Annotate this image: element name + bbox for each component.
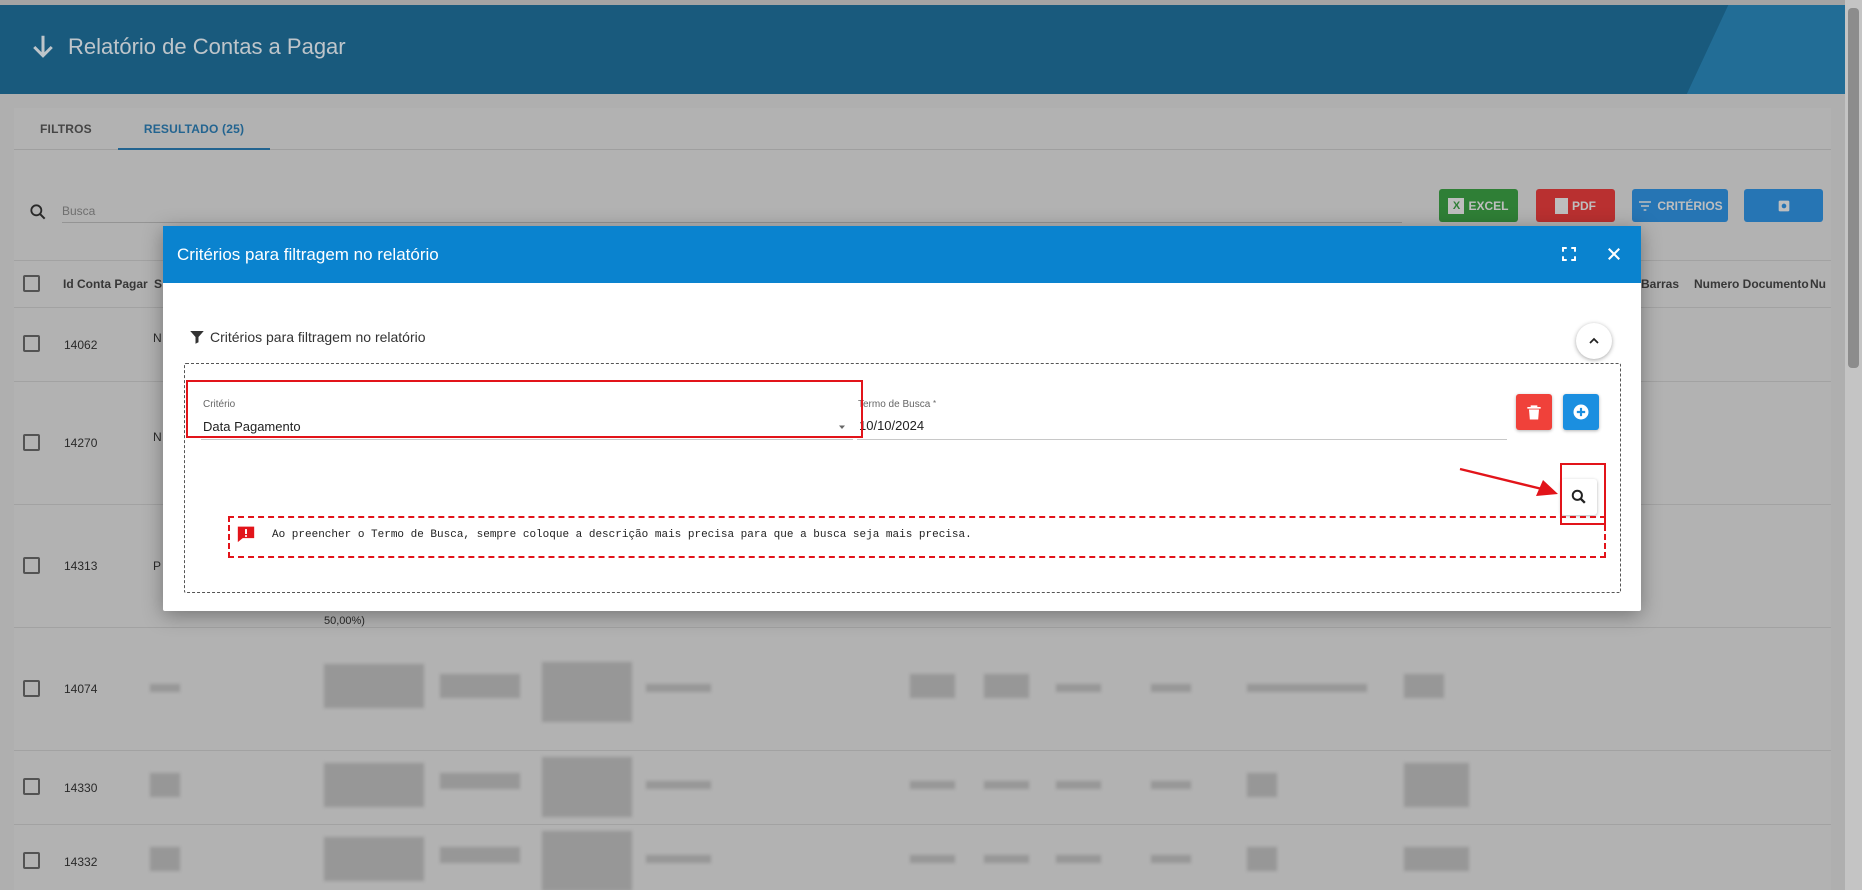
close-icon: [1608, 248, 1620, 260]
page-scrollbar[interactable]: [1845, 0, 1862, 890]
feedback-icon: [237, 526, 255, 543]
section-title: Critérios para filtragem no relatório: [188, 328, 426, 346]
trash-icon: [1527, 405, 1541, 420]
chevron-up-icon: [1589, 337, 1599, 344]
annotation-arrow: [1459, 467, 1558, 496]
termo-label: Termo de Busca *: [858, 399, 936, 410]
collapse-button[interactable]: [1576, 323, 1612, 359]
modal-header: Critérios para filtragem no relatório: [163, 226, 1641, 283]
fullscreen-button[interactable]: [1557, 242, 1581, 266]
criteria-modal: Critérios para filtragem no relatório Cr…: [163, 226, 1641, 611]
section-title-text: Critérios para filtragem no relatório: [210, 329, 426, 345]
termo-underline: [857, 439, 1507, 440]
notice-text: Ao preencher o Termo de Busca, sempre co…: [272, 529, 972, 541]
termo-input[interactable]: 10/10/2024: [859, 418, 924, 433]
fields-highlight-box: [186, 380, 863, 438]
required-mark: *: [933, 399, 937, 408]
scrollbar-thumb[interactable]: [1848, 8, 1859, 368]
criterio-underline: [201, 439, 853, 440]
close-button[interactable]: [1602, 242, 1626, 266]
modal-title: Critérios para filtragem no relatório: [177, 244, 439, 264]
delete-criterion-button[interactable]: [1516, 394, 1552, 430]
add-circle-icon: [1573, 404, 1589, 420]
filter-icon: [190, 331, 204, 344]
add-criterion-button[interactable]: [1563, 394, 1599, 430]
fullscreen-icon: [1562, 247, 1576, 261]
termo-label-text: Termo de Busca: [858, 399, 931, 410]
